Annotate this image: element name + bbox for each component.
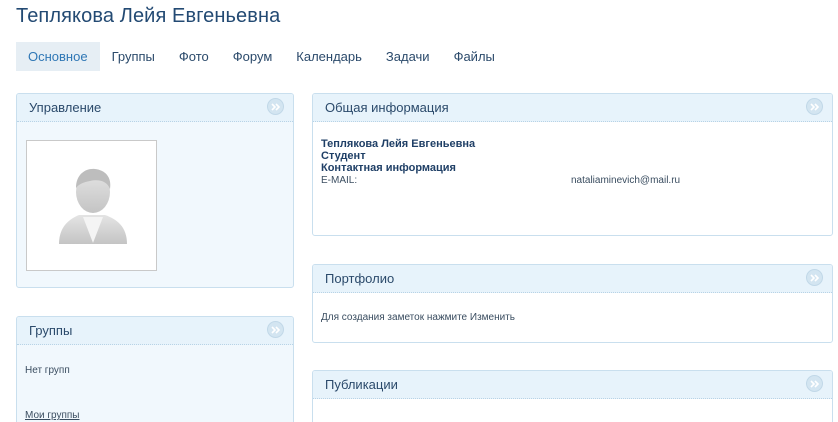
double-chevron-icon[interactable] (806, 98, 823, 115)
tab-main[interactable]: Основное (16, 42, 100, 71)
tab-groups[interactable]: Группы (100, 42, 167, 71)
email-row: E-MAIL: nataliaminevich@mail.ru (321, 174, 824, 188)
publications-panel-title: Публикации (325, 377, 398, 392)
management-panel-header: Управление (17, 94, 293, 122)
groups-panel: Группы Нет групп Мои группы (16, 316, 294, 422)
general-info-panel-title: Общая информация (325, 100, 449, 115)
no-groups-text: Нет групп (25, 365, 70, 376)
avatar (26, 140, 157, 271)
double-chevron-icon[interactable] (267, 98, 284, 115)
tab-photo[interactable]: Фото (167, 42, 221, 71)
double-chevron-icon[interactable] (806, 375, 823, 392)
profile-name: Теплякова Лейя Евгеньевна (321, 138, 476, 150)
contacts-heading: Контактная информация (321, 162, 456, 174)
groups-panel-header: Группы (17, 317, 293, 345)
tab-tasks[interactable]: Задачи (374, 42, 442, 71)
publications-panel-header: Публикации (313, 371, 832, 399)
general-info-panel-header: Общая информация (313, 94, 832, 122)
publications-panel: Публикации (312, 370, 833, 422)
portfolio-hint: Для создания заметок нажмите Изменить (321, 312, 516, 323)
tab-calendar[interactable]: Календарь (284, 42, 374, 71)
management-panel-title: Управление (29, 100, 102, 115)
groups-panel-title: Группы (29, 323, 73, 338)
my-groups-link[interactable]: Мои группы (25, 410, 79, 421)
portfolio-panel: Портфолио Для создания заметок нажмите И… (312, 264, 833, 343)
profile-tabs: Основное Группы Фото Форум Календарь Зад… (16, 42, 507, 71)
double-chevron-icon[interactable] (806, 269, 823, 286)
page-title: Теплякова Лейя Евгеньевна (16, 5, 281, 27)
tab-forum[interactable]: Форум (221, 42, 285, 71)
profile-status: Студент (321, 150, 366, 162)
email-value[interactable]: nataliaminevich@mail.ru (571, 174, 680, 188)
tab-files[interactable]: Файлы (442, 42, 507, 71)
email-label: E-MAIL: (321, 175, 358, 186)
general-info-body: Теплякова Лейя Евгеньевна Студент Контак… (313, 122, 832, 188)
management-panel: Управление (16, 93, 294, 288)
portfolio-panel-header: Портфолио (313, 265, 832, 293)
double-chevron-icon[interactable] (267, 321, 284, 338)
default-user-silhouette-icon (59, 168, 127, 244)
general-info-panel: Общая информация Теплякова Лейя Евгеньев… (312, 93, 833, 236)
portfolio-panel-title: Портфолио (325, 271, 395, 286)
